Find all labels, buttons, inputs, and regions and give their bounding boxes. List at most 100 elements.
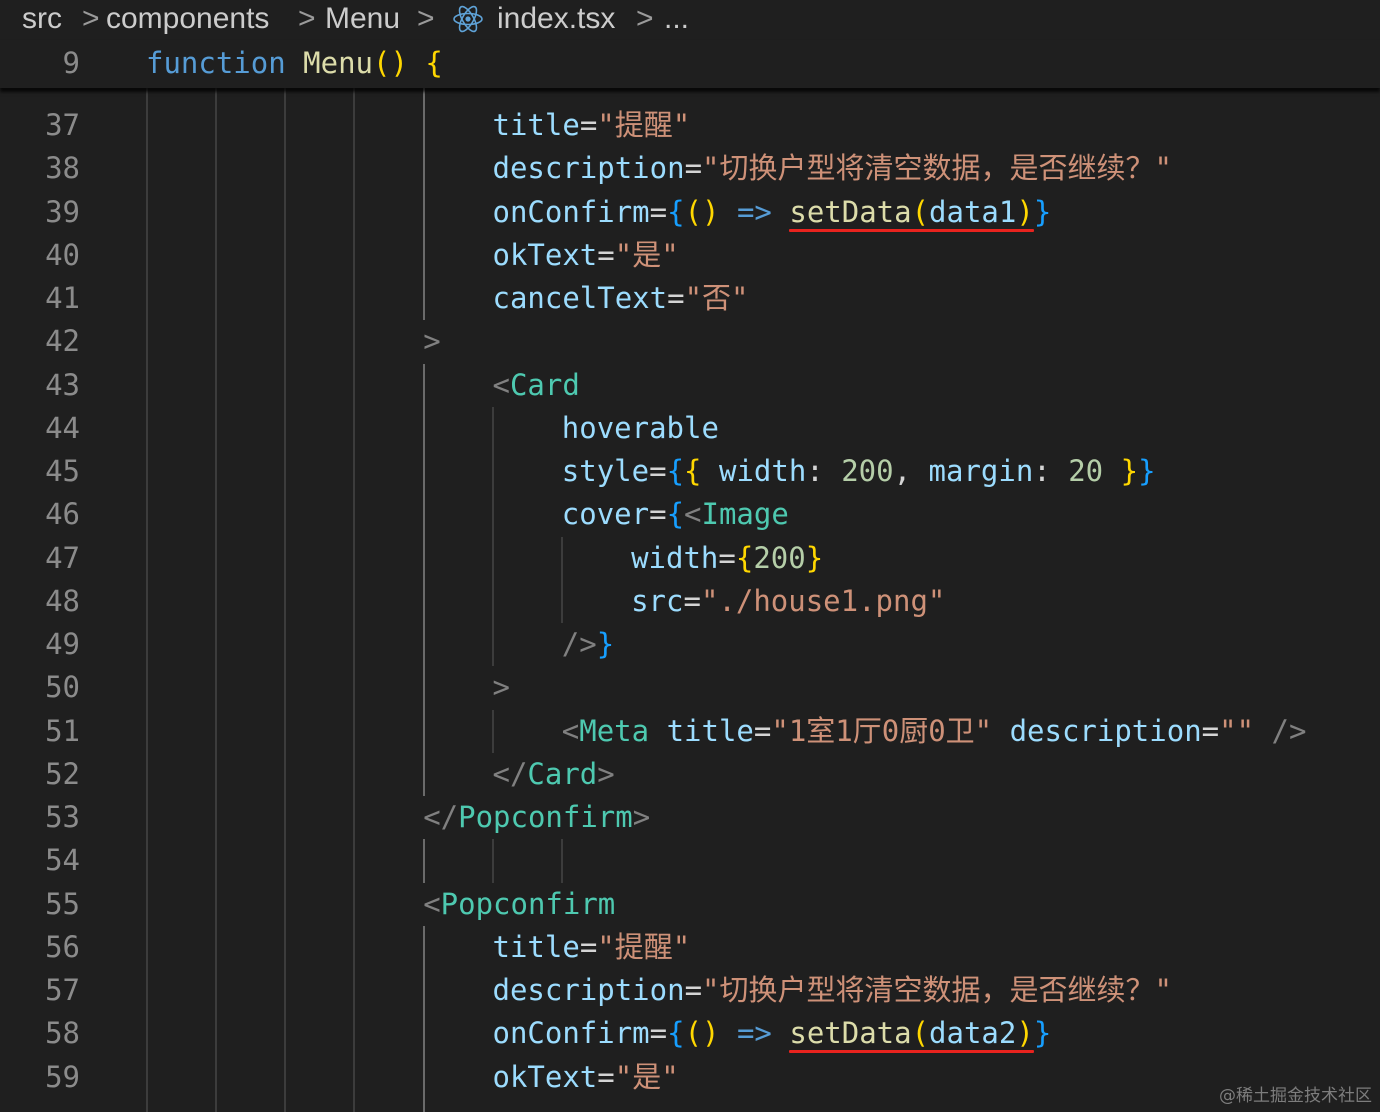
code-token: ) (1016, 1016, 1034, 1051)
code-token: ( (911, 1016, 930, 1051)
code-token: } (1120, 454, 1139, 488)
code-token: title (666, 713, 754, 748)
code-token: => (736, 1016, 772, 1051)
breadcrumb-separator: > (82, 2, 100, 35)
line-number: 58 (45, 1016, 80, 1051)
code-line[interactable]: okText="是" (493, 1056, 679, 1099)
sticky-line-number: 9 (62, 46, 80, 80)
code-token: = (753, 713, 772, 748)
watermark: @稀土掘金技术社区 (1219, 1086, 1372, 1106)
breadcrumb: src > components > Menu > index.tsx >... (0, 0, 1380, 40)
code-token: = (649, 454, 667, 488)
indent-guide (146, 88, 148, 1112)
breadcrumb-item-2[interactable]: Menu (325, 0, 400, 38)
code-line[interactable]: description="切换户型将清空数据，是否继续？" (493, 969, 1172, 1012)
code-token: style (561, 454, 650, 488)
line-number: 47 (45, 540, 80, 575)
code-line[interactable]: />} (562, 623, 614, 666)
code-token: onConfirm (492, 1016, 650, 1051)
code-token: width (718, 454, 807, 488)
code-token: src (631, 583, 684, 618)
sticky-scroll-header[interactable]: 9 function Menu() { (0, 40, 1380, 88)
code-token: setData (789, 194, 912, 229)
breadcrumb-separator: > (298, 2, 316, 35)
sticky-code-line[interactable]: function Menu() { (146, 42, 443, 85)
code-token: ) (1016, 194, 1034, 229)
breadcrumb-item-3[interactable]: index.tsx (497, 0, 615, 38)
breadcrumb-item-4[interactable]: ... (664, 0, 689, 38)
code-token: = (649, 1016, 668, 1051)
line-number: 50 (45, 670, 80, 705)
indent-guide (492, 709, 494, 753)
breadcrumb-item-0[interactable]: src (22, 0, 62, 38)
code-token: "切换户型将清空数据，是否继续？" (702, 973, 1172, 1007)
code-token: "" (1219, 713, 1255, 748)
code-token: < (684, 497, 702, 532)
line-number: 55 (45, 886, 80, 921)
indent-guide (492, 839, 494, 883)
code-token: { (425, 46, 443, 80)
code-token: = (579, 108, 598, 142)
code-token: } (805, 540, 824, 575)
code-token: "提醒" (597, 108, 691, 142)
code-token: "./house1.png" (700, 583, 946, 618)
code-line[interactable]: <Popconfirm (423, 883, 615, 926)
code-token: 20 (1068, 454, 1104, 488)
code-token: "1室1厅0厨0卫" (771, 713, 993, 748)
indent-guide (423, 363, 425, 796)
code-line[interactable]: hoverable (562, 407, 719, 450)
code-line[interactable]: > (423, 320, 440, 363)
highlight-underline (789, 1050, 1034, 1054)
code-line[interactable]: title="提醒" (493, 104, 691, 147)
code-line[interactable]: </Popconfirm> (423, 796, 650, 839)
code-token: ( (911, 194, 930, 229)
indent-guide (423, 88, 425, 321)
code-token: 200 (841, 454, 894, 488)
code-line[interactable]: src="./house1.png" (631, 580, 945, 623)
code-token: Popconfirm (458, 800, 633, 834)
code-line[interactable]: description="切换户型将清空数据，是否继续？" (493, 147, 1172, 190)
code-line[interactable]: onConfirm={() => setData(data2)} (493, 1012, 1052, 1055)
code-token: : (1033, 454, 1069, 488)
code-line[interactable]: <Meta title="1室1厅0厨0卫" description="" /> (562, 710, 1307, 753)
code-token: = (597, 237, 615, 272)
code-line[interactable]: <Card (493, 364, 580, 407)
indent-guide (284, 88, 286, 1112)
code-token: { (666, 454, 685, 488)
line-number: 56 (45, 929, 80, 964)
code-line[interactable]: width={200} (631, 537, 823, 580)
code-token: "切换户型将清空数据，是否继续？" (702, 151, 1172, 186)
code-token: > (597, 756, 615, 791)
code-token: </ (423, 800, 459, 834)
code-token: , (893, 454, 929, 488)
code-line[interactable]: </Card> (493, 753, 615, 796)
code-token: = (649, 194, 668, 229)
code-token: > (492, 670, 510, 705)
code-line[interactable]: cover={<Image (562, 493, 789, 536)
breadcrumb-item-1[interactable]: components (106, 0, 269, 38)
code-token: "是" (614, 237, 679, 272)
code-line[interactable]: cancelText="否" (493, 277, 749, 320)
code-token: 200 (753, 540, 806, 575)
code-line[interactable]: title="提醒" (493, 926, 691, 969)
line-number: 45 (45, 454, 80, 488)
code-token: } (1138, 454, 1156, 488)
code-token: "提醒" (597, 929, 691, 964)
code-token: () (684, 1016, 720, 1051)
code-line[interactable]: style={{ width: 200, margin: 20 }} (562, 450, 1156, 493)
code-token: => (736, 194, 772, 229)
code-token: } (1033, 1016, 1052, 1051)
code-line[interactable]: > (493, 666, 510, 709)
breadcrumb-separator: > (417, 2, 435, 35)
code-line[interactable]: onConfirm={() => setData(data1)} (493, 191, 1052, 234)
code-token: function (146, 46, 286, 80)
react-icon (453, 5, 483, 33)
indent-guide (423, 925, 425, 1112)
code-token: Card (509, 367, 580, 402)
code-token: Menu (303, 46, 373, 80)
code-line[interactable]: okText="是" (493, 234, 679, 277)
